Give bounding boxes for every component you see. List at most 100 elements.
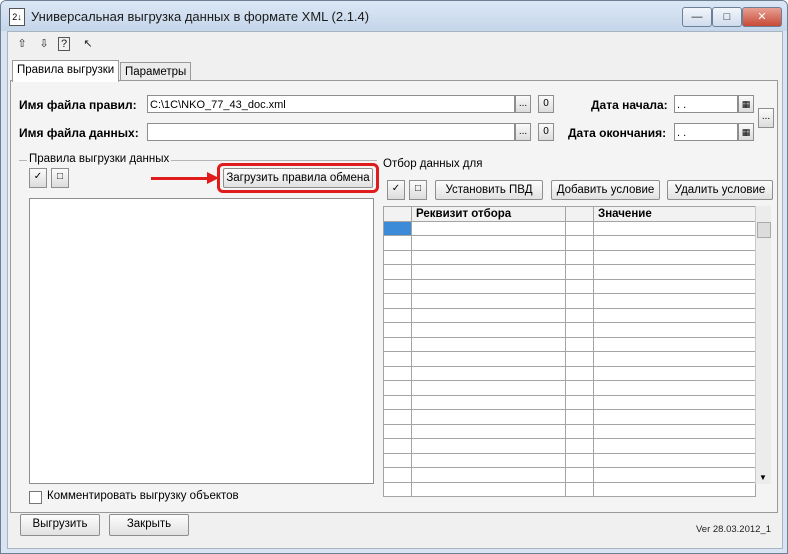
title-bar[interactable]: 2↓ Универсальная выгрузка данных в форма… [1, 1, 787, 31]
export-button[interactable]: Выгрузить [20, 514, 100, 536]
table-row[interactable] [383, 409, 756, 425]
table-row[interactable] [383, 365, 756, 381]
table-cell[interactable] [383, 467, 412, 483]
table-row[interactable] [383, 235, 756, 251]
table-row[interactable] [383, 278, 756, 294]
table-cell[interactable] [593, 220, 756, 236]
table-cell[interactable] [593, 365, 756, 381]
table-cell[interactable] [411, 264, 566, 280]
table-row[interactable] [383, 423, 756, 439]
table-cell[interactable] [383, 264, 412, 280]
table-cell[interactable] [565, 409, 594, 425]
table-cell[interactable] [383, 249, 412, 265]
table-cell[interactable] [593, 235, 756, 251]
table-cell[interactable] [411, 467, 566, 483]
delete-condition-button[interactable]: Удалить условие [667, 180, 773, 200]
table-cell[interactable] [383, 365, 412, 381]
table-cell[interactable] [565, 264, 594, 280]
table-row[interactable] [383, 322, 756, 338]
table-cell[interactable] [383, 423, 412, 439]
period-button[interactable]: ... [758, 108, 774, 128]
table-cell[interactable] [565, 235, 594, 251]
check-all-icon[interactable]: ✓ [29, 168, 47, 188]
minimize-button[interactable]: — [682, 7, 712, 27]
table-cell[interactable] [565, 322, 594, 338]
table-row[interactable] [383, 351, 756, 367]
data-file-open-button[interactable]: 0 [538, 123, 554, 141]
table-cell[interactable] [411, 220, 566, 236]
table-cell[interactable] [565, 336, 594, 352]
table-cell[interactable] [565, 394, 594, 410]
rules-file-field[interactable]: C:\1C\NKO_77_43_doc.xml [147, 95, 515, 113]
table-cell[interactable] [411, 409, 566, 425]
table-cell[interactable] [565, 307, 594, 323]
table-row[interactable] [383, 249, 756, 265]
table-cell[interactable] [593, 438, 756, 454]
table-cell[interactable] [593, 423, 756, 439]
table-cell[interactable] [565, 293, 594, 309]
table-cell[interactable] [593, 293, 756, 309]
data-file-browse-button[interactable]: ... [515, 123, 531, 141]
maximize-button[interactable]: □ [712, 7, 742, 27]
close-window-button[interactable]: ✕ [742, 7, 782, 27]
open-icon[interactable]: ⇧ [14, 36, 30, 52]
table-cell[interactable] [383, 322, 412, 338]
table-row[interactable] [383, 467, 756, 483]
scrollbar-thumb[interactable] [757, 222, 771, 238]
rules-file-browse-button[interactable]: ... [515, 95, 531, 113]
save-icon[interactable]: ⇩ [36, 36, 52, 52]
table-cell[interactable] [383, 351, 412, 367]
table-cell[interactable] [565, 438, 594, 454]
table-cell[interactable] [383, 336, 412, 352]
table-row[interactable] [383, 394, 756, 410]
table-cell[interactable] [383, 409, 412, 425]
table-cell[interactable] [593, 322, 756, 338]
table-cell[interactable] [593, 481, 756, 497]
comment-checkbox[interactable] [29, 491, 42, 504]
table-cell[interactable] [411, 249, 566, 265]
table-row[interactable] [383, 452, 756, 468]
table-row[interactable] [383, 293, 756, 309]
table-cell[interactable] [593, 452, 756, 468]
table-cell[interactable] [593, 264, 756, 280]
table-cell[interactable] [383, 394, 412, 410]
close-button[interactable]: Закрыть [109, 514, 189, 536]
table-cell[interactable] [593, 307, 756, 323]
table-row[interactable] [383, 481, 756, 497]
col-attribute[interactable]: Реквизит отбора [411, 206, 566, 222]
table-cell[interactable] [565, 452, 594, 468]
table-cell[interactable] [411, 452, 566, 468]
table-cell[interactable] [411, 423, 566, 439]
table-cell[interactable] [593, 249, 756, 265]
calendar-end-icon[interactable]: ▦ [738, 123, 754, 141]
tab-parameters[interactable]: Параметры [120, 62, 192, 81]
table-cell[interactable] [593, 394, 756, 410]
filter-check-all-icon[interactable]: ✓ [387, 180, 405, 200]
pointer-help-icon[interactable]: ↖ [80, 36, 96, 52]
filter-table-scrollbar[interactable]: ▼ [755, 206, 771, 484]
table-row[interactable] [383, 380, 756, 396]
table-cell[interactable] [565, 351, 594, 367]
table-row[interactable] [383, 438, 756, 454]
table-cell[interactable] [411, 336, 566, 352]
table-cell[interactable] [411, 365, 566, 381]
table-cell[interactable] [565, 467, 594, 483]
filter-table[interactable]: Реквизит отбора Значение [383, 206, 756, 497]
table-cell[interactable] [593, 278, 756, 294]
table-cell[interactable] [383, 481, 412, 497]
table-cell[interactable] [411, 293, 566, 309]
help-icon[interactable]: ? [58, 37, 70, 51]
table-cell[interactable] [565, 278, 594, 294]
rules-file-open-button[interactable]: 0 [538, 95, 554, 113]
date-end-field[interactable]: . . [674, 123, 738, 141]
table-cell[interactable] [593, 467, 756, 483]
table-cell[interactable] [383, 293, 412, 309]
table-cell[interactable] [411, 322, 566, 338]
table-cell[interactable] [411, 380, 566, 396]
table-cell[interactable] [593, 409, 756, 425]
tab-export-rules[interactable]: Правила выгрузки [12, 60, 120, 82]
table-cell[interactable] [565, 423, 594, 439]
rules-tree[interactable] [29, 198, 374, 484]
col-value[interactable]: Значение [593, 206, 756, 222]
table-cell[interactable] [411, 278, 566, 294]
